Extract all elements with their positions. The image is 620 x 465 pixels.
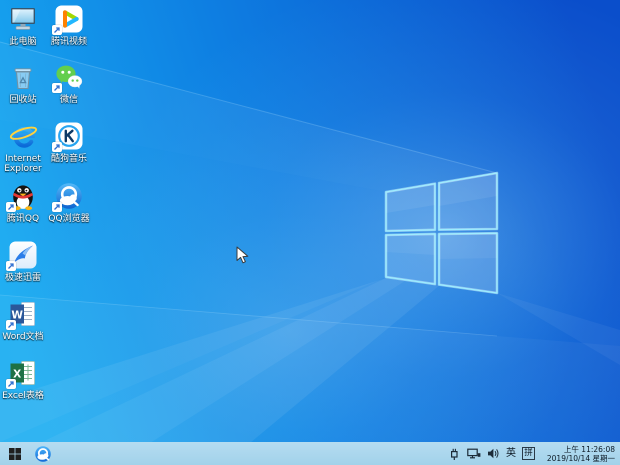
computer-icon bbox=[8, 4, 38, 34]
network-ethernet-icon[interactable] bbox=[467, 442, 481, 465]
shortcut-arrow-icon bbox=[52, 142, 62, 152]
usb-safely-remove-icon[interactable] bbox=[448, 442, 461, 465]
desktop-icon-internet-explorer[interactable]: Internet Explorer bbox=[0, 121, 46, 174]
desktop-icon-wechat[interactable]: 微信 bbox=[46, 62, 92, 105]
windows-desktop: 此电脑 腾讯视频 回收站 bbox=[0, 0, 620, 465]
internet-explorer-icon bbox=[8, 121, 38, 151]
excel-icon: X bbox=[8, 358, 38, 388]
desktop-icon-label: QQ浏览器 bbox=[46, 214, 92, 224]
taskbar-qq-browser-button[interactable] bbox=[30, 442, 56, 465]
desktop-icon-label: Internet Explorer bbox=[0, 154, 46, 174]
desktop-icon-label: 酷狗音乐 bbox=[46, 154, 92, 164]
mouse-cursor bbox=[236, 246, 249, 269]
start-button[interactable] bbox=[0, 442, 30, 465]
desktop-icon-label: Word文档 bbox=[0, 332, 46, 342]
desktop-icon-label: 微信 bbox=[46, 95, 92, 105]
desktop-icon-label: 回收站 bbox=[0, 95, 46, 105]
desktop-icon-thunder[interactable]: 极速迅雷 bbox=[0, 240, 46, 283]
qq-browser-icon bbox=[54, 181, 84, 211]
desktop-icon-kugou-music[interactable]: 酷狗音乐 bbox=[46, 121, 92, 164]
qq-penguin-icon bbox=[8, 181, 38, 211]
shortcut-arrow-icon bbox=[6, 379, 16, 389]
thunder-bird-icon bbox=[8, 240, 38, 270]
wallpaper-windows-light bbox=[0, 0, 620, 465]
desktop-icon-qq-browser[interactable]: QQ浏览器 bbox=[46, 181, 92, 224]
shortcut-arrow-icon bbox=[6, 320, 16, 330]
word-icon: W bbox=[8, 299, 38, 329]
desktop-icon-label: 腾讯QQ bbox=[0, 214, 46, 224]
tencent-video-icon bbox=[54, 4, 84, 34]
desktop-icon-tencent-video[interactable]: 腾讯视频 bbox=[46, 4, 92, 47]
desktop-icon-excel-sheet[interactable]: X Excel表格 bbox=[0, 358, 46, 401]
shortcut-arrow-icon bbox=[6, 202, 16, 212]
desktop-icon-this-pc[interactable]: 此电脑 bbox=[0, 4, 46, 47]
desktop-icon-recycle-bin[interactable]: 回收站 bbox=[0, 62, 46, 105]
qq-browser-taskbar-icon bbox=[35, 446, 51, 462]
ime-language-indicator[interactable]: 英 bbox=[506, 442, 516, 465]
volume-speaker-icon[interactable] bbox=[487, 442, 500, 465]
taskbar-clock[interactable]: 上午 11:26:08 2019/10/14 星期一 bbox=[541, 445, 615, 463]
ime-pinyin-icon[interactable]: 拼 bbox=[522, 447, 535, 460]
desktop-icon-word-document[interactable]: W Word文档 bbox=[0, 299, 46, 342]
shortcut-arrow-icon bbox=[52, 83, 62, 93]
shortcut-arrow-icon bbox=[6, 261, 16, 271]
taskbar: 英 拼 上午 11:26:08 2019/10/14 星期一 bbox=[0, 442, 620, 465]
shortcut-arrow-icon bbox=[52, 25, 62, 35]
kugou-music-icon bbox=[54, 121, 84, 151]
desktop-icon-label: Excel表格 bbox=[0, 391, 46, 401]
desktop-icon-label: 腾讯视频 bbox=[46, 37, 92, 47]
wechat-icon bbox=[54, 62, 84, 92]
recycle-bin-icon bbox=[8, 62, 38, 92]
system-tray: 英 拼 上午 11:26:08 2019/10/14 星期一 bbox=[448, 442, 620, 465]
desktop-icon-label: 极速迅雷 bbox=[0, 273, 46, 283]
desktop-icon-label: 此电脑 bbox=[0, 37, 46, 47]
clock-date: 2019/10/14 星期一 bbox=[543, 454, 615, 463]
desktop-icon-tencent-qq[interactable]: 腾讯QQ bbox=[0, 181, 46, 224]
shortcut-arrow-icon bbox=[52, 202, 62, 212]
clock-time: 上午 11:26:08 bbox=[543, 445, 615, 454]
windows-logo-icon bbox=[9, 448, 21, 460]
